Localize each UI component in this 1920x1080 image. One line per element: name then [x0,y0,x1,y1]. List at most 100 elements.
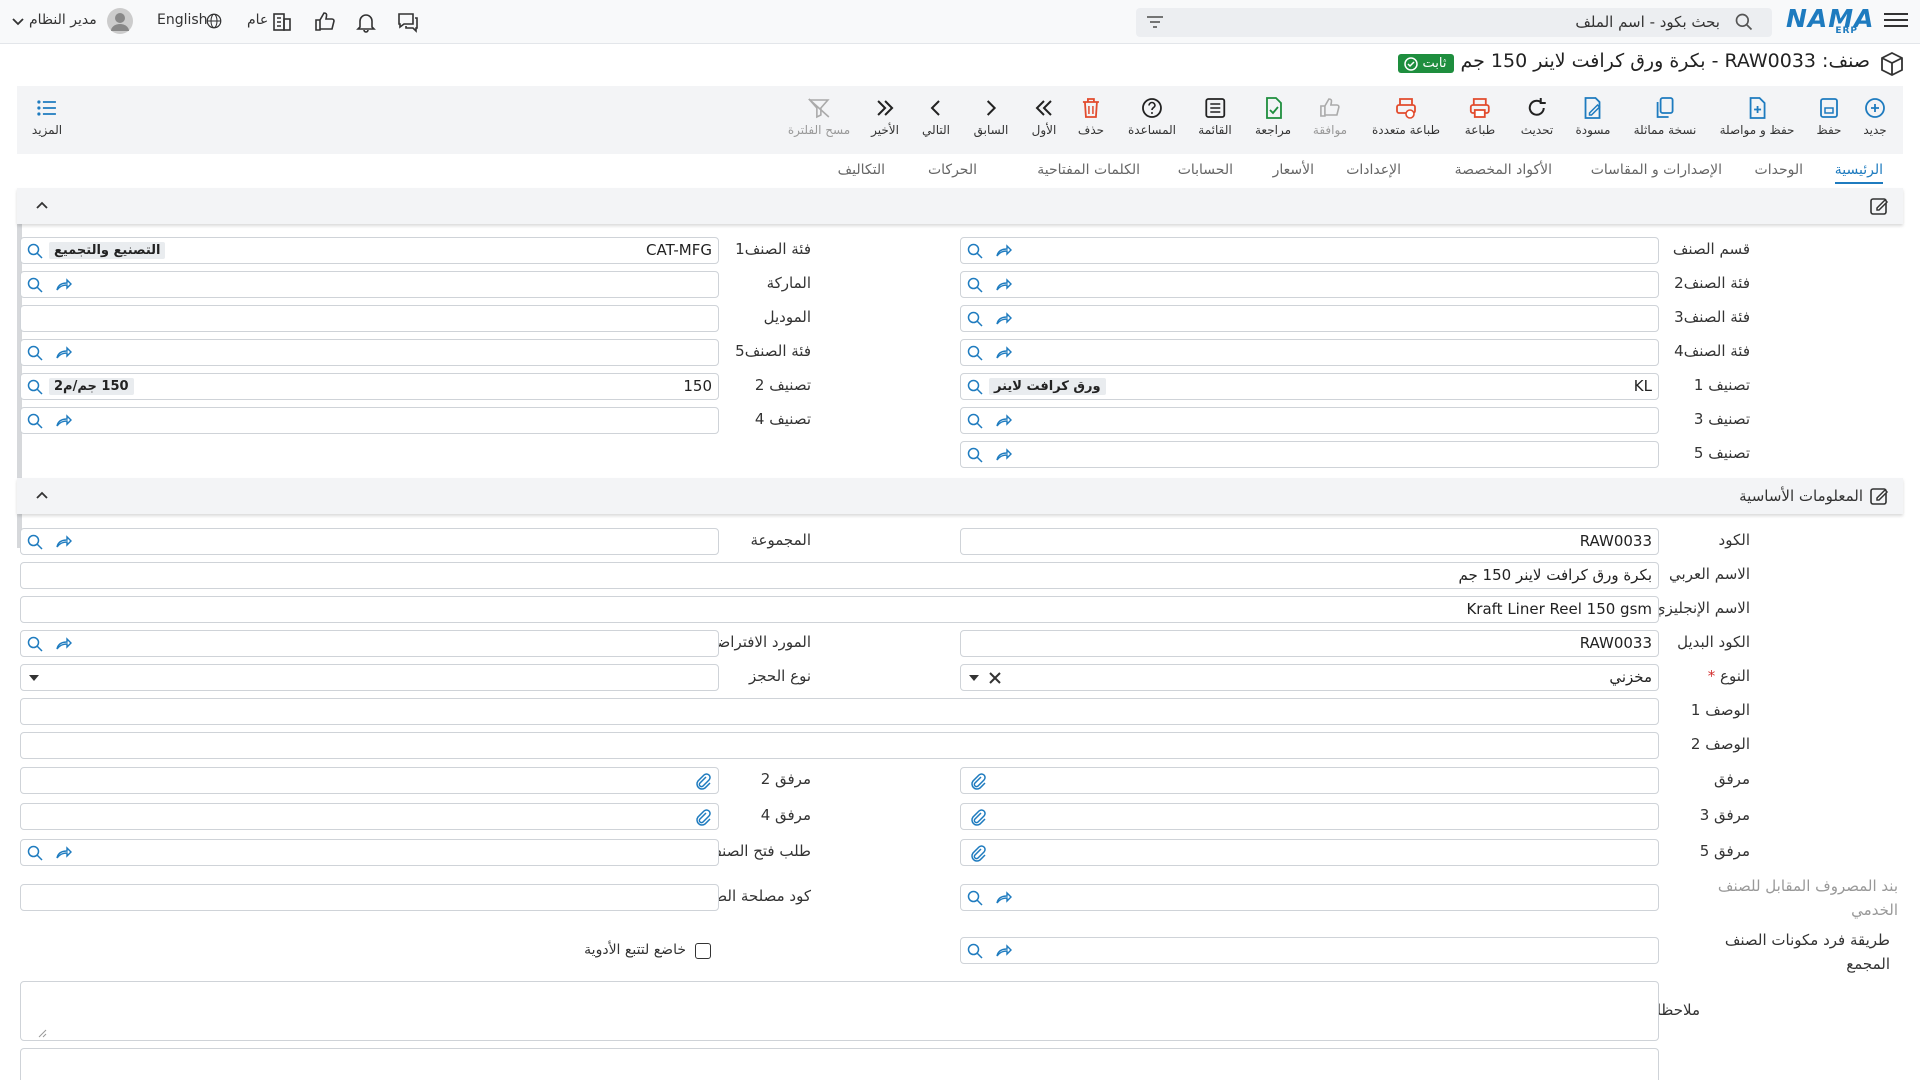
attachment-field[interactable] [960,767,1659,794]
next-button[interactable]: التالي [922,96,950,137]
tab-settings[interactable]: الإعدادات [1346,162,1401,178]
search-input[interactable]: بحث بكود - اسم الملف [1136,8,1772,37]
save-button[interactable]: حفظ [1816,96,1842,137]
first-button[interactable]: الأول [1031,96,1057,137]
user-name[interactable]: مدير النظام [29,12,97,28]
chevron-up-icon[interactable] [35,198,49,212]
desc1-field[interactable] [20,698,1659,725]
globe-icon[interactable] [205,12,223,30]
chevron-right-icon [978,96,1004,120]
search-icon [27,534,43,550]
classification1-field[interactable]: KL ورق كرافت لاينر [960,373,1659,400]
delete-button[interactable]: حذف [1078,96,1104,137]
new-button[interactable]: جديد [1862,96,1888,137]
language-switch[interactable]: English [157,12,208,28]
search-icon[interactable] [1734,12,1754,32]
attachment4-label: مرفق 4 [760,806,811,824]
model-field[interactable] [20,305,719,332]
public-label[interactable]: عام [247,12,268,28]
paperclip-icon[interactable] [969,808,987,826]
duplicate-button[interactable]: نسخة مماثلة [1634,96,1696,137]
chevron-up-icon[interactable] [35,488,49,502]
help-button[interactable]: المساعدة [1128,96,1176,137]
item-category4-field[interactable] [960,339,1659,366]
tab-costs[interactable]: التكاليف [838,162,885,178]
chevron-down-icon[interactable] [12,18,24,26]
list-icon [1202,96,1228,120]
default-supplier-label: المورد الافتراضي [705,633,811,651]
item-category5-field[interactable] [20,339,719,366]
next-field-partial[interactable] [20,1048,1659,1080]
chat-icon[interactable] [396,10,420,34]
paperclip-icon[interactable] [694,772,712,790]
section-header-classification[interactable] [17,188,1903,224]
notes-textarea[interactable] [20,981,1659,1041]
english-name-field[interactable]: Kraft Liner Reel 150 gsm [20,596,1659,623]
tab-versions-sizes[interactable]: الإصدارات و المقاسات [1591,162,1722,178]
item-category3-field[interactable] [960,305,1659,332]
arabic-name-field[interactable]: بكرة ورق كرافت لاينر 150 جم [20,562,1659,589]
classification5-field[interactable] [960,441,1659,468]
menu-icon[interactable] [1884,9,1908,33]
tab-prices[interactable]: الأسعار [1273,162,1314,178]
draft-button[interactable]: مسودة [1576,96,1610,137]
tab-accounts[interactable]: الحسابات [1178,162,1233,178]
tab-keywords[interactable]: الكلمات المفتاحية [1037,162,1140,178]
section-header-basic-info[interactable]: المعلومات الأساسية [17,478,1903,514]
approve-button[interactable]: موافقة [1313,96,1347,137]
open-request-field[interactable] [20,839,719,866]
drug-tracking-checkbox[interactable] [695,943,711,959]
bundle-method-field[interactable] [960,937,1659,964]
thumbs-up-icon[interactable] [313,10,337,34]
multi-print-button[interactable]: طباعة متعددة [1372,96,1440,137]
resize-handle-icon[interactable] [37,1028,47,1038]
type-select[interactable]: مخزني [960,664,1659,691]
filter-icon[interactable] [1146,14,1164,30]
print-button[interactable]: طباعة [1465,96,1495,137]
edit-icon[interactable] [1869,196,1889,216]
alt-code-field[interactable]: RAW0033 [960,630,1659,657]
clear-filter-button[interactable]: مسح الفلترة [788,96,850,137]
tab-custom-codes[interactable]: الأكواد المخصصة [1455,162,1552,178]
attachment5-field[interactable] [960,839,1659,866]
previous-button[interactable]: السابق [974,96,1008,137]
expense-item-field[interactable] [960,884,1659,911]
group-field[interactable] [20,528,719,555]
more-button[interactable]: المزيد [32,96,62,137]
review-button[interactable]: مراجعة [1255,96,1291,137]
default-supplier-field[interactable] [20,630,719,657]
app-logo[interactable]: NAMA ERP [1786,4,1874,38]
refresh-button[interactable]: تحديث [1521,96,1553,137]
edit-icon[interactable] [1869,486,1889,506]
paperclip-icon[interactable] [969,844,987,862]
item-department-field[interactable] [960,237,1659,264]
classification2-field[interactable]: 150 150 جم/م2 [20,373,719,400]
tab-main[interactable]: الرئيسية [1834,162,1883,184]
desc2-field[interactable] [20,732,1659,759]
classification1-tag: ورق كرافت لاينر [989,378,1106,395]
tab-units[interactable]: الوحدات [1755,162,1803,178]
bell-icon[interactable] [354,10,378,34]
search-icon [27,243,43,259]
paperclip-icon[interactable] [969,772,987,790]
item-category2-field[interactable] [960,271,1659,298]
list-button[interactable]: القائمة [1198,96,1232,137]
paperclip-icon[interactable] [694,808,712,826]
attachment3-field[interactable] [960,803,1659,830]
brand-field[interactable] [20,271,719,298]
double-chevron-left-icon [1031,96,1057,120]
save-continue-button[interactable]: حفظ و مواصلة [1720,96,1794,137]
booking-type-select[interactable] [20,664,719,691]
clear-icon[interactable] [989,672,1001,684]
classification4-field[interactable] [20,407,719,434]
attachment2-field[interactable] [20,767,719,794]
building-icon[interactable] [270,10,294,34]
avatar[interactable] [107,8,133,34]
attachment4-field[interactable] [20,803,719,830]
tab-transactions[interactable]: الحركات [928,162,977,178]
item-category1-field[interactable]: CAT-MFG التصنيع والتجميع [20,237,719,264]
classification3-field[interactable] [960,407,1659,434]
code-field[interactable]: RAW0033 [960,528,1659,555]
last-button[interactable]: الأخير [871,96,899,137]
tax-code-field[interactable] [20,884,719,911]
